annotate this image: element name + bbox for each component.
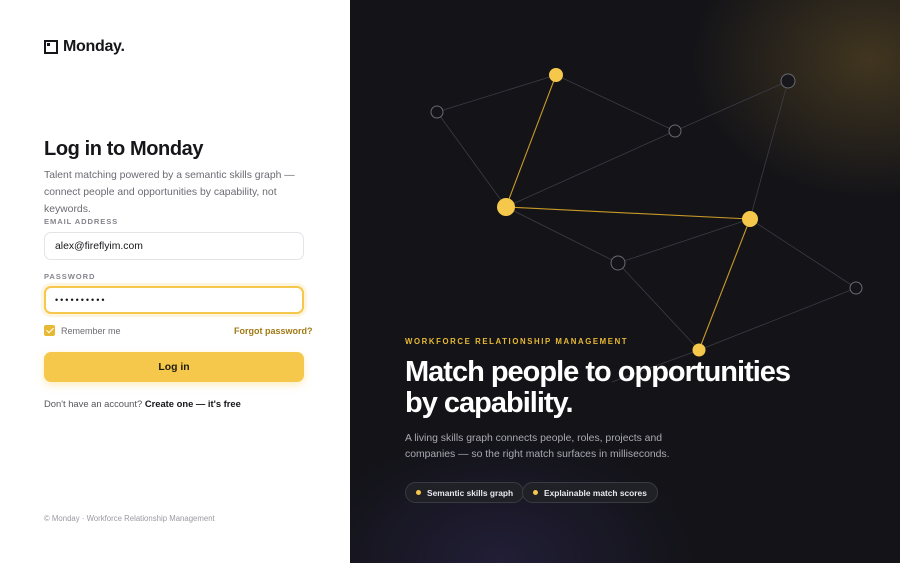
graph-edge: [617, 218, 751, 264]
graph-edge: [436, 111, 507, 208]
login-panel: Monday. Log in to Monday Talent matching…: [0, 0, 350, 563]
graph-node: [610, 255, 626, 271]
graph-edge: [436, 74, 557, 113]
remember-me[interactable]: Remember me: [44, 325, 121, 336]
match-edge: [505, 74, 557, 208]
logo-mark-icon: [44, 40, 58, 54]
graph-node-highlight: [742, 211, 758, 227]
feature-pill: Explainable match scores: [522, 482, 658, 503]
remember-checkbox[interactable]: [44, 325, 55, 336]
footer-text: © Monday · Workforce Relationship Manage…: [44, 514, 215, 523]
graph-edge: [505, 130, 676, 208]
hero-description: A living skills graph connects people, r…: [405, 433, 670, 460]
create-account-link[interactable]: Create one — it's free: [145, 398, 241, 409]
feature-pill: Semantic skills graph: [405, 482, 525, 503]
match-edge: [505, 206, 751, 220]
graph-node-highlight: [692, 343, 706, 357]
graph-edge: [674, 80, 789, 132]
graph-edge: [555, 74, 676, 132]
email-label: EMAIL ADDRESS: [44, 217, 119, 226]
feature-pill-label: Semantic skills graph: [427, 487, 514, 498]
graph-node: [668, 124, 682, 138]
page-subtitle: Talent matching powered by a semantic sk…: [44, 170, 295, 215]
hero-eyebrow: WORKFORCE RELATIONSHIP MANAGEMENT: [405, 337, 629, 346]
graph-edges: [436, 74, 857, 383]
graph-edge: [749, 218, 857, 289]
graph-node-highlight: [549, 68, 563, 82]
password-label: PASSWORD: [44, 272, 96, 281]
brand-logo[interactable]: Monday.: [44, 38, 125, 56]
login-button[interactable]: Log in: [44, 352, 304, 382]
match-edge: [698, 218, 751, 351]
page-title: Log in to Monday: [44, 138, 204, 160]
graph-node: [430, 105, 444, 119]
graph-match-path: [505, 74, 751, 351]
dot-icon: [533, 490, 538, 495]
feature-pill-label: Explainable match scores: [544, 487, 647, 498]
remember-label: Remember me: [61, 325, 121, 336]
hero-panel: WORKFORCE RELATIONSHIP MANAGEMENT Match …: [350, 0, 900, 563]
password-field[interactable]: ••••••••••: [44, 286, 304, 314]
graph-node: [780, 73, 796, 89]
signup-prompt: Don't have an account? Create one — it's…: [44, 398, 241, 409]
brand-name: Monday.: [63, 38, 125, 55]
signup-prompt-text: Don't have an account?: [44, 398, 143, 409]
graph-edge: [505, 206, 619, 264]
graph-edge: [617, 262, 700, 351]
graph-edge: [749, 80, 789, 220]
graph-edge: [698, 287, 857, 351]
dot-icon: [416, 490, 421, 495]
graph-nodes: [430, 68, 863, 357]
forgot-password-link[interactable]: Forgot password?: [234, 326, 313, 336]
hero-headline: Match people to opportunities by capabil…: [405, 356, 791, 419]
graph-node: [849, 281, 863, 295]
graph-node-highlight: [497, 198, 515, 216]
skills-graph-illustration: [430, 68, 863, 383]
email-field[interactable]: alex@fireflyim.com: [44, 232, 304, 260]
